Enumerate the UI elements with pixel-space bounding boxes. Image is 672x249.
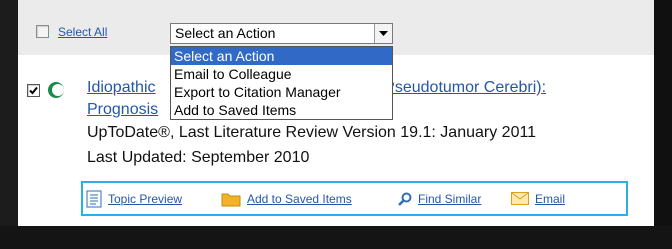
dropdown-option[interactable]: Email to Colleague (171, 65, 392, 83)
topic-preview-label: Topic Preview (108, 191, 183, 206)
select-all-link[interactable]: Select All (58, 25, 107, 39)
find-similar-label: Find Similar (418, 191, 482, 206)
email-action[interactable]: Email (511, 183, 565, 214)
chevron-down-icon[interactable] (374, 24, 392, 43)
result-actions: Topic Preview Add to Saved Items Find Si… (81, 181, 628, 216)
title-line1-start: Idiopathic (87, 79, 156, 96)
add-to-saved-label: Add to Saved Items (247, 191, 352, 206)
uptodate-logo-icon (47, 81, 65, 99)
topic-preview-icon (86, 190, 102, 208)
result-updated: Last Updated: September 2010 (87, 149, 310, 166)
search-icon (398, 192, 412, 206)
email-label: Email (535, 191, 566, 206)
action-dropdown: Select an Action Email to Colleague Expo… (170, 46, 393, 120)
find-similar-action[interactable]: Find Similar (398, 183, 481, 214)
select-all-checkbox[interactable] (36, 25, 49, 38)
dropdown-option[interactable]: Add to Saved Items (171, 101, 392, 119)
results-panel: Select All Select an Action Select an Ac… (18, 0, 654, 226)
add-to-saved-action[interactable]: Add to Saved Items (221, 183, 352, 214)
topic-preview-action[interactable]: Topic Preview (86, 183, 182, 214)
dropdown-option[interactable]: Export to Citation Manager (171, 83, 392, 101)
result-source: UpToDate®, Last Literature Review Versio… (87, 124, 537, 141)
folder-icon (221, 191, 241, 207)
right-border (654, 0, 672, 226)
email-icon (511, 192, 529, 205)
action-select-value: Select an Action (175, 25, 276, 41)
result-checkbox[interactable] (27, 84, 40, 97)
dropdown-option[interactable]: Select an Action (171, 47, 392, 65)
action-select[interactable]: Select an Action (170, 23, 393, 44)
bottom-bar (0, 226, 672, 249)
